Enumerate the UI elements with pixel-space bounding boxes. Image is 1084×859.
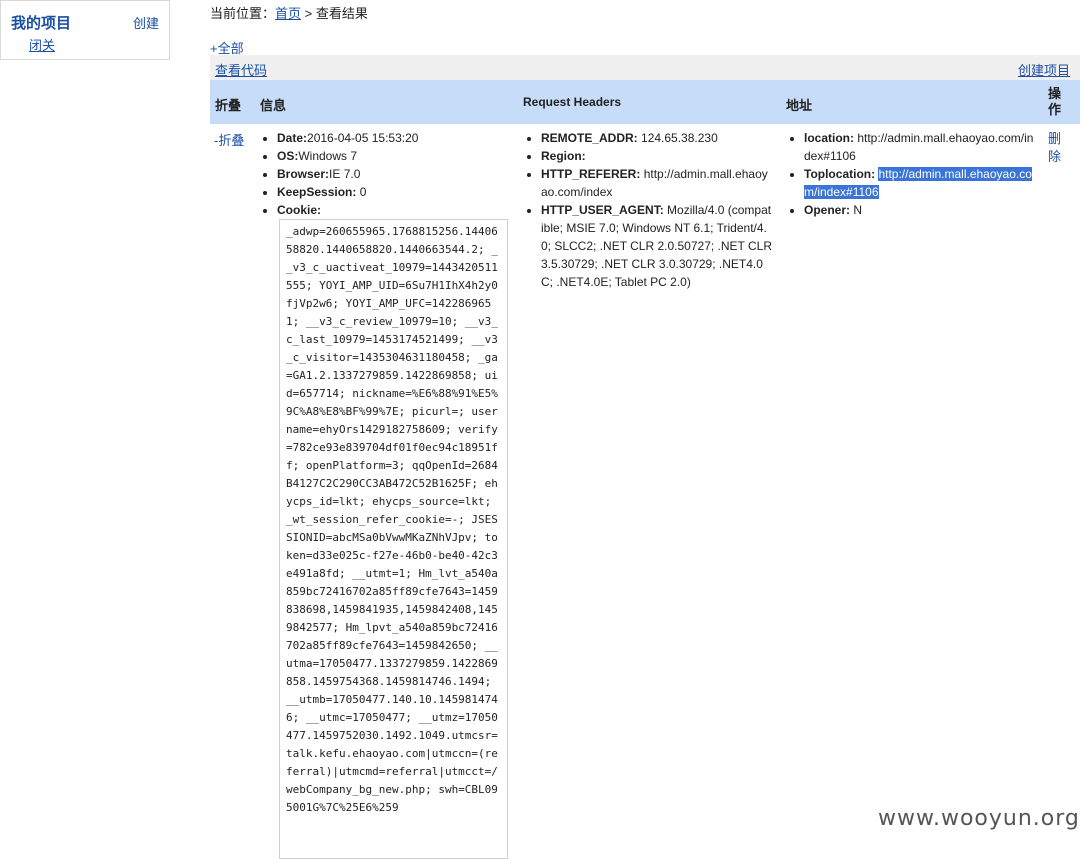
remote-addr-value: 124.65.38.230 [641,131,718,145]
os-value: Windows 7 [298,149,358,163]
referer-label: HTTP_REFERER: [541,167,641,181]
address-column: location: http://admin.mall.ehaoyao.com/… [787,129,1037,219]
header-info: 信息 [260,98,287,113]
keepsession-label: KeepSession: [277,185,357,199]
toolbar: 查看代码 创建项目 [210,55,1080,80]
list-item: Cookie: [277,201,518,219]
cookie-textarea[interactable]: _adwp=260655965.1768815256.1440658820.14… [279,219,508,859]
breadcrumb-separator: > [301,6,316,21]
cookie-label: Cookie: [277,203,322,217]
breadcrumb-prefix: 当前位置： [210,6,276,21]
opener-value: N [853,203,863,217]
request-list: REMOTE_ADDR: 124.65.38.230 Region: HTTP_… [524,129,772,291]
breadcrumb-current: 查看结果 [315,6,368,21]
header-address: 地址 [786,98,813,113]
request-headers-column: REMOTE_ADDR: 124.65.38.230 Region: HTTP_… [524,129,772,291]
header-request-headers: Request Headers [523,95,622,109]
list-item: OS:Windows 7 [277,147,518,165]
info-column: Date:2016-04-05 15:53:20 OS:Windows 7 Br… [260,129,518,219]
table-header: 折叠 信息 Request Headers 地址 操作 [210,80,1080,124]
opener-label: Opener: [804,203,851,217]
view-code-link[interactable]: 查看代码 [215,60,267,79]
create-project-link[interactable]: 创建 [133,13,159,32]
browser-value: IE 7.0 [329,167,361,181]
breadcrumb-home-link[interactable]: 首页 [275,6,301,21]
list-item: KeepSession: 0 [277,183,518,201]
date-value: 2016-04-05 15:53:20 [307,131,419,145]
os-label: OS: [277,149,299,163]
list-item: Opener: N [804,201,1037,219]
list-item: location: http://admin.mall.ehaoyao.com/… [804,129,1037,165]
user-agent-label: HTTP_USER_AGENT: [541,203,664,217]
date-label: Date: [277,131,308,145]
list-item: HTTP_REFERER: http://admin.mall.ehaoyao.… [541,165,772,201]
list-item: Toplocation: http://admin.mall.ehaoyao.c… [804,165,1037,201]
list-item: REMOTE_ADDR: 124.65.38.230 [541,129,772,147]
keepsession-value: 0 [359,185,367,199]
watermark: www.wooyun.org [878,806,1080,831]
location-label: location: [804,131,854,145]
list-item: Date:2016-04-05 15:53:20 [277,129,518,147]
address-list: location: http://admin.mall.ehaoyao.com/… [787,129,1037,219]
info-list: Date:2016-04-05 15:53:20 OS:Windows 7 Br… [260,129,518,219]
remote-addr-label: REMOTE_ADDR: [541,131,638,145]
list-item: HTTP_USER_AGENT: Mozilla/4.0 (compatible… [541,201,772,291]
create-project-toolbar-link[interactable]: 创建项目 [1018,60,1070,79]
region-label: Region: [541,149,586,163]
breadcrumb: 当前位置：首页 > 查看结果 [210,3,368,22]
header-fold: 折叠 [215,98,242,113]
my-projects-title: 我的项目 [11,15,72,32]
close-sidebar-link[interactable]: 闭关 [29,35,55,54]
delete-row-link[interactable]: 删除 [1048,130,1062,166]
toplocation-label: Toplocation: [804,167,876,181]
list-item: Region: [541,147,772,165]
fold-row-link[interactable]: -折叠 [214,130,244,149]
header-operation: 操作 [1048,86,1062,117]
sidebar-panel: 我的项目 创建 闭关 [0,0,170,60]
browser-label: Browser: [277,167,330,181]
list-item: Browser:IE 7.0 [277,165,518,183]
